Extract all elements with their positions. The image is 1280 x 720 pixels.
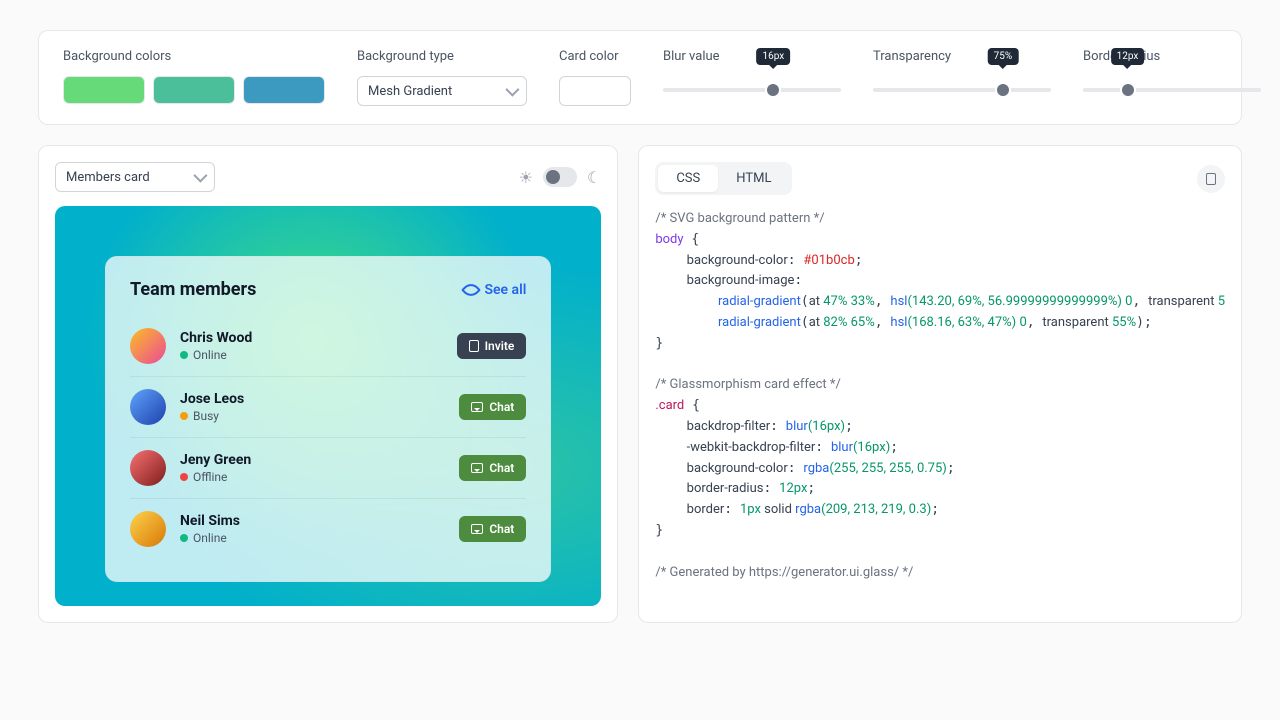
radius-group: Border radius 12px <box>1083 49 1261 106</box>
eye-icon <box>462 280 482 300</box>
theme-toggle: ☀ ☾ <box>519 167 602 187</box>
transparency-slider[interactable]: 75% <box>873 76 1051 92</box>
status-dot-icon <box>180 412 188 420</box>
card-color-label: Card color <box>559 49 631 64</box>
message-icon <box>471 463 483 473</box>
blur-slider[interactable]: 16px <box>663 76 841 92</box>
code-block: /* SVG background pattern */ body { back… <box>655 209 1225 583</box>
blur-label: Blur value <box>663 49 841 64</box>
message-icon <box>471 524 483 534</box>
avatar <box>130 511 166 547</box>
swatch-3[interactable] <box>243 76 325 104</box>
status-dot-icon <box>180 473 188 481</box>
swatch-1[interactable] <box>63 76 145 104</box>
swatches-row <box>63 76 325 104</box>
bg-type-group: Background type Mesh Gradient <box>357 49 527 106</box>
chat-button[interactable]: Chat <box>459 516 526 542</box>
preview-canvas: Team members See all Chris Wood Online Inv… <box>55 206 601 606</box>
blur-group: Blur value 16px <box>663 49 841 106</box>
switch-knob <box>546 170 560 184</box>
see-all-link[interactable]: See all <box>464 282 526 298</box>
blur-tooltip: 16px <box>756 48 790 65</box>
chevron-down-icon <box>505 83 519 97</box>
controls-toolbar: Background colors Background type Mesh G… <box>38 30 1242 125</box>
transparency-group: Transparency 75% <box>873 49 1051 106</box>
member-row: Jeny Green Offline Chat <box>130 437 526 498</box>
member-name: Neil Sims <box>180 513 240 529</box>
bg-type-value: Mesh Gradient <box>368 84 452 99</box>
transparency-label: Transparency <box>873 49 1051 64</box>
bg-colors-group: Background colors <box>63 49 325 106</box>
bg-colors-label: Background colors <box>63 49 325 64</box>
avatar <box>130 389 166 425</box>
copy-button[interactable] <box>1197 165 1225 193</box>
status-dot-icon <box>180 534 188 542</box>
clipboard-icon <box>1206 173 1216 185</box>
chat-button[interactable]: Chat <box>459 394 526 420</box>
member-name: Chris Wood <box>180 330 252 346</box>
transparency-thumb[interactable] <box>995 82 1011 98</box>
preset-select[interactable]: Members card <box>55 162 215 192</box>
moon-icon: ☾ <box>587 168 601 187</box>
chat-button[interactable]: Chat <box>459 455 526 481</box>
member-name: Jose Leos <box>180 391 244 407</box>
card-color-input[interactable] <box>559 76 631 106</box>
member-row: Neil Sims Online Chat <box>130 498 526 559</box>
member-row: Chris Wood Online Invite <box>130 316 526 376</box>
message-icon <box>471 402 483 412</box>
avatar <box>130 450 166 486</box>
glass-card: Team members See all Chris Wood Online Inv… <box>105 256 551 582</box>
preset-value: Members card <box>66 170 150 185</box>
preview-header: Members card ☀ ☾ <box>55 162 601 192</box>
member-status: Offline <box>180 470 251 484</box>
see-all-label: See all <box>484 282 526 298</box>
invite-button[interactable]: Invite <box>457 333 527 359</box>
code-tabs: CSS HTML <box>655 162 792 195</box>
blur-thumb[interactable] <box>765 82 781 98</box>
bg-type-select[interactable]: Mesh Gradient <box>357 76 527 106</box>
transparency-tooltip: 75% <box>988 48 1019 65</box>
user-plus-icon <box>469 340 479 352</box>
member-status: Busy <box>180 409 244 423</box>
preview-panel: Members card ☀ ☾ Team members See all Ch… <box>38 145 618 623</box>
avatar <box>130 328 166 364</box>
panels-row: Members card ☀ ☾ Team members See all Ch… <box>38 145 1242 623</box>
radius-slider[interactable]: 12px <box>1083 76 1261 92</box>
radius-thumb[interactable] <box>1120 82 1136 98</box>
radius-tooltip: 12px <box>1111 48 1145 65</box>
chevron-down-icon <box>193 169 207 183</box>
tab-css[interactable]: CSS <box>658 165 718 192</box>
code-panel: CSS HTML /* SVG background pattern */ bo… <box>638 145 1242 623</box>
sun-icon: ☀ <box>519 168 533 187</box>
card-title: Team members <box>130 279 256 300</box>
card-color-group: Card color <box>559 49 631 106</box>
member-row: Jose Leos Busy Chat <box>130 376 526 437</box>
bg-type-label: Background type <box>357 49 527 64</box>
tab-html[interactable]: HTML <box>718 165 789 192</box>
theme-switch[interactable] <box>543 167 577 187</box>
member-status: Online <box>180 348 252 362</box>
status-dot-icon <box>180 351 188 359</box>
member-status: Online <box>180 531 240 545</box>
swatch-2[interactable] <box>153 76 235 104</box>
code-header: CSS HTML <box>655 162 1225 195</box>
member-name: Jeny Green <box>180 452 251 468</box>
